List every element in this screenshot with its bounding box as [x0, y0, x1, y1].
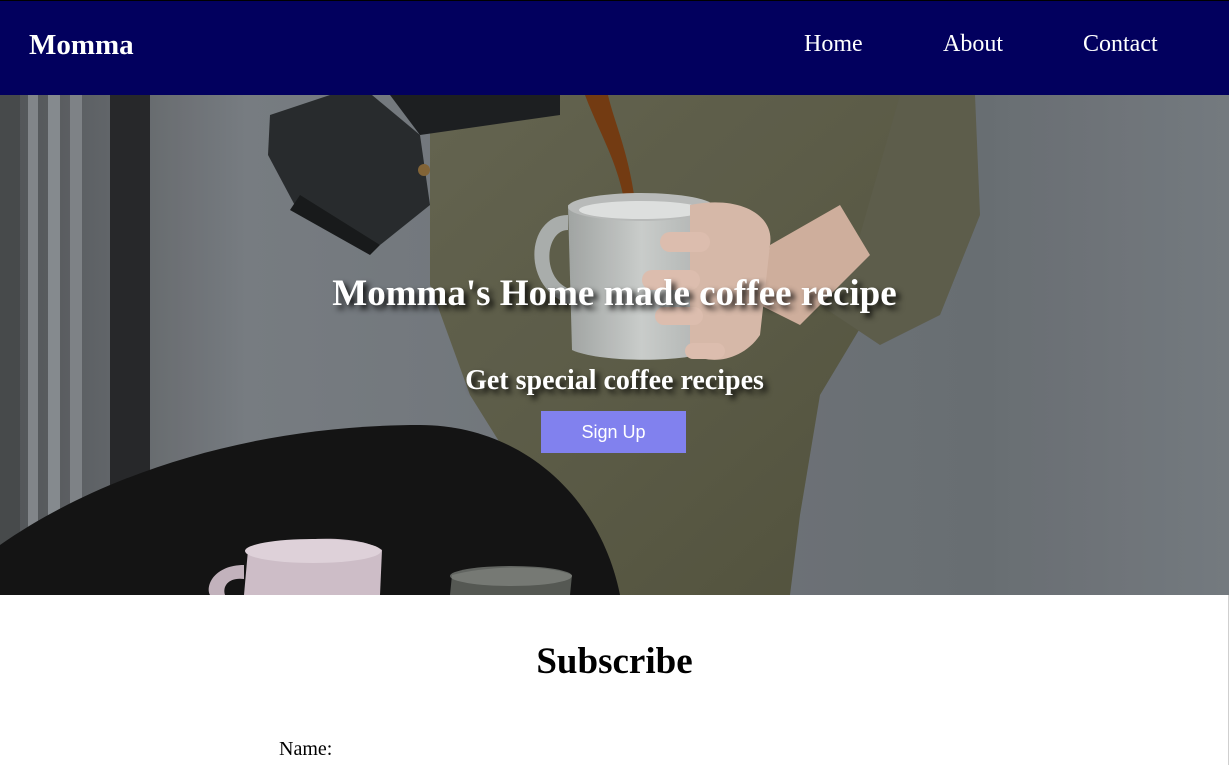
navbar: Momma Home About Contact	[0, 0, 1229, 95]
nav-link-contact[interactable]: Contact	[1083, 29, 1158, 59]
sign-up-button[interactable]: Sign Up	[541, 411, 686, 453]
hero-section: Momma's Home made coffee recipe Get spec…	[0, 95, 1229, 595]
nav-link-home[interactable]: Home	[804, 29, 863, 59]
brand-logo-link[interactable]: Momma	[29, 29, 134, 62]
subscribe-heading: Subscribe	[536, 641, 693, 682]
nav-link-about[interactable]: About	[943, 29, 1003, 59]
name-field-label: Name:	[279, 738, 333, 760]
hero-background-image	[0, 95, 1229, 595]
hero-title: Momma's Home made coffee recipe	[332, 273, 897, 314]
hero-subtitle: Get special coffee recipes	[465, 365, 764, 396]
